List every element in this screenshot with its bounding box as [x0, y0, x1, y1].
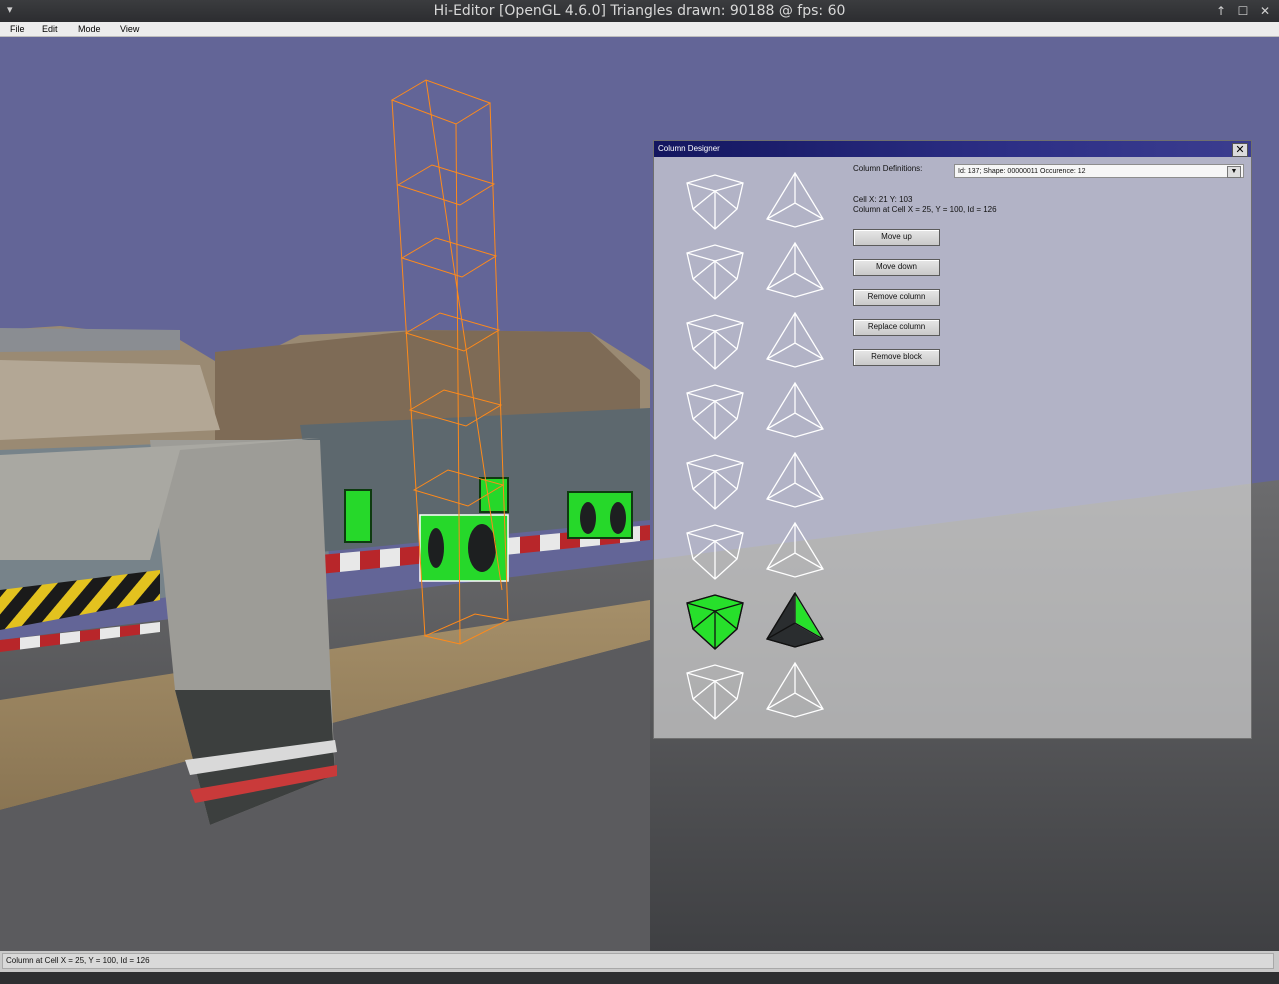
pyramid-shape-6[interactable]	[766, 521, 824, 578]
menu-edit[interactable]: Edit	[42, 24, 58, 34]
cube-shape-8[interactable]	[686, 664, 744, 720]
close-icon[interactable]: ✕	[1256, 2, 1274, 20]
pyramid-shape-3[interactable]	[766, 311, 824, 368]
pyramid-shape-2[interactable]	[766, 241, 824, 298]
cube-shape-4[interactable]	[686, 384, 744, 440]
menu-bar: File Edit Mode View	[0, 22, 1279, 37]
status-bar: Column at Cell X = 25, Y = 100, Id = 126	[0, 951, 1279, 984]
dialog-close-button[interactable]: ✕	[1232, 143, 1248, 157]
move-up-button[interactable]: Move up	[853, 229, 940, 246]
status-text: Column at Cell X = 25, Y = 100, Id = 126	[2, 953, 1274, 969]
menu-mode[interactable]: Mode	[78, 24, 101, 34]
selected-definition: Id: 137; Shape: 00000011 Occurence: 12	[958, 168, 1086, 175]
column-definition-select[interactable]: Id: 137; Shape: 00000011 Occurence: 12 ▼	[954, 164, 1244, 178]
cell-info: Cell X: 21 Y: 103	[853, 195, 913, 204]
column-info: Column at Cell X = 25, Y = 100, Id = 126	[853, 205, 997, 214]
menu-file[interactable]: File	[10, 24, 25, 34]
remove-block-button[interactable]: Remove block	[853, 349, 940, 366]
maximize-icon[interactable]: ☐	[1234, 2, 1252, 20]
column-definitions-label: Column Definitions:	[853, 164, 923, 173]
pyramid-shape-5[interactable]	[766, 451, 824, 508]
cube-shape-5[interactable]	[686, 454, 744, 510]
chevron-down-icon[interactable]: ▼	[1227, 166, 1241, 178]
move-down-button[interactable]: Move down	[853, 259, 940, 276]
cube-shape-2[interactable]	[686, 244, 744, 300]
shape-palette[interactable]	[654, 157, 854, 737]
pyramid-shape-8[interactable]	[766, 661, 824, 718]
cube-shape-6[interactable]	[686, 524, 744, 580]
window-titlebar: ▾ Hi-Editor [OpenGL 4.6.0] Triangles dra…	[0, 0, 1279, 22]
cube-shape-1[interactable]	[686, 174, 744, 230]
replace-column-button[interactable]: Replace column	[853, 319, 940, 336]
window-title: Hi-Editor [OpenGL 4.6.0] Triangles drawn…	[433, 3, 846, 19]
rocks-left	[0, 360, 220, 440]
distant-barrier	[0, 328, 180, 352]
pyramid-shape-7[interactable]	[766, 590, 824, 648]
pyramid-shape-1[interactable]	[766, 171, 824, 228]
keep-above-icon[interactable]: ↑	[1212, 2, 1230, 20]
cube-shape-3[interactable]	[686, 314, 744, 370]
column-designer-dialog: Column Designer ✕ Column Definitions: Id…	[653, 140, 1252, 739]
menu-view[interactable]: View	[120, 24, 139, 34]
dialog-title: Column Designer	[654, 141, 1251, 157]
cube-shape-7[interactable]	[686, 594, 744, 650]
pyramid-shape-4[interactable]	[766, 381, 824, 438]
remove-column-button[interactable]: Remove column	[853, 289, 940, 306]
status-bar-lower	[0, 972, 1279, 984]
